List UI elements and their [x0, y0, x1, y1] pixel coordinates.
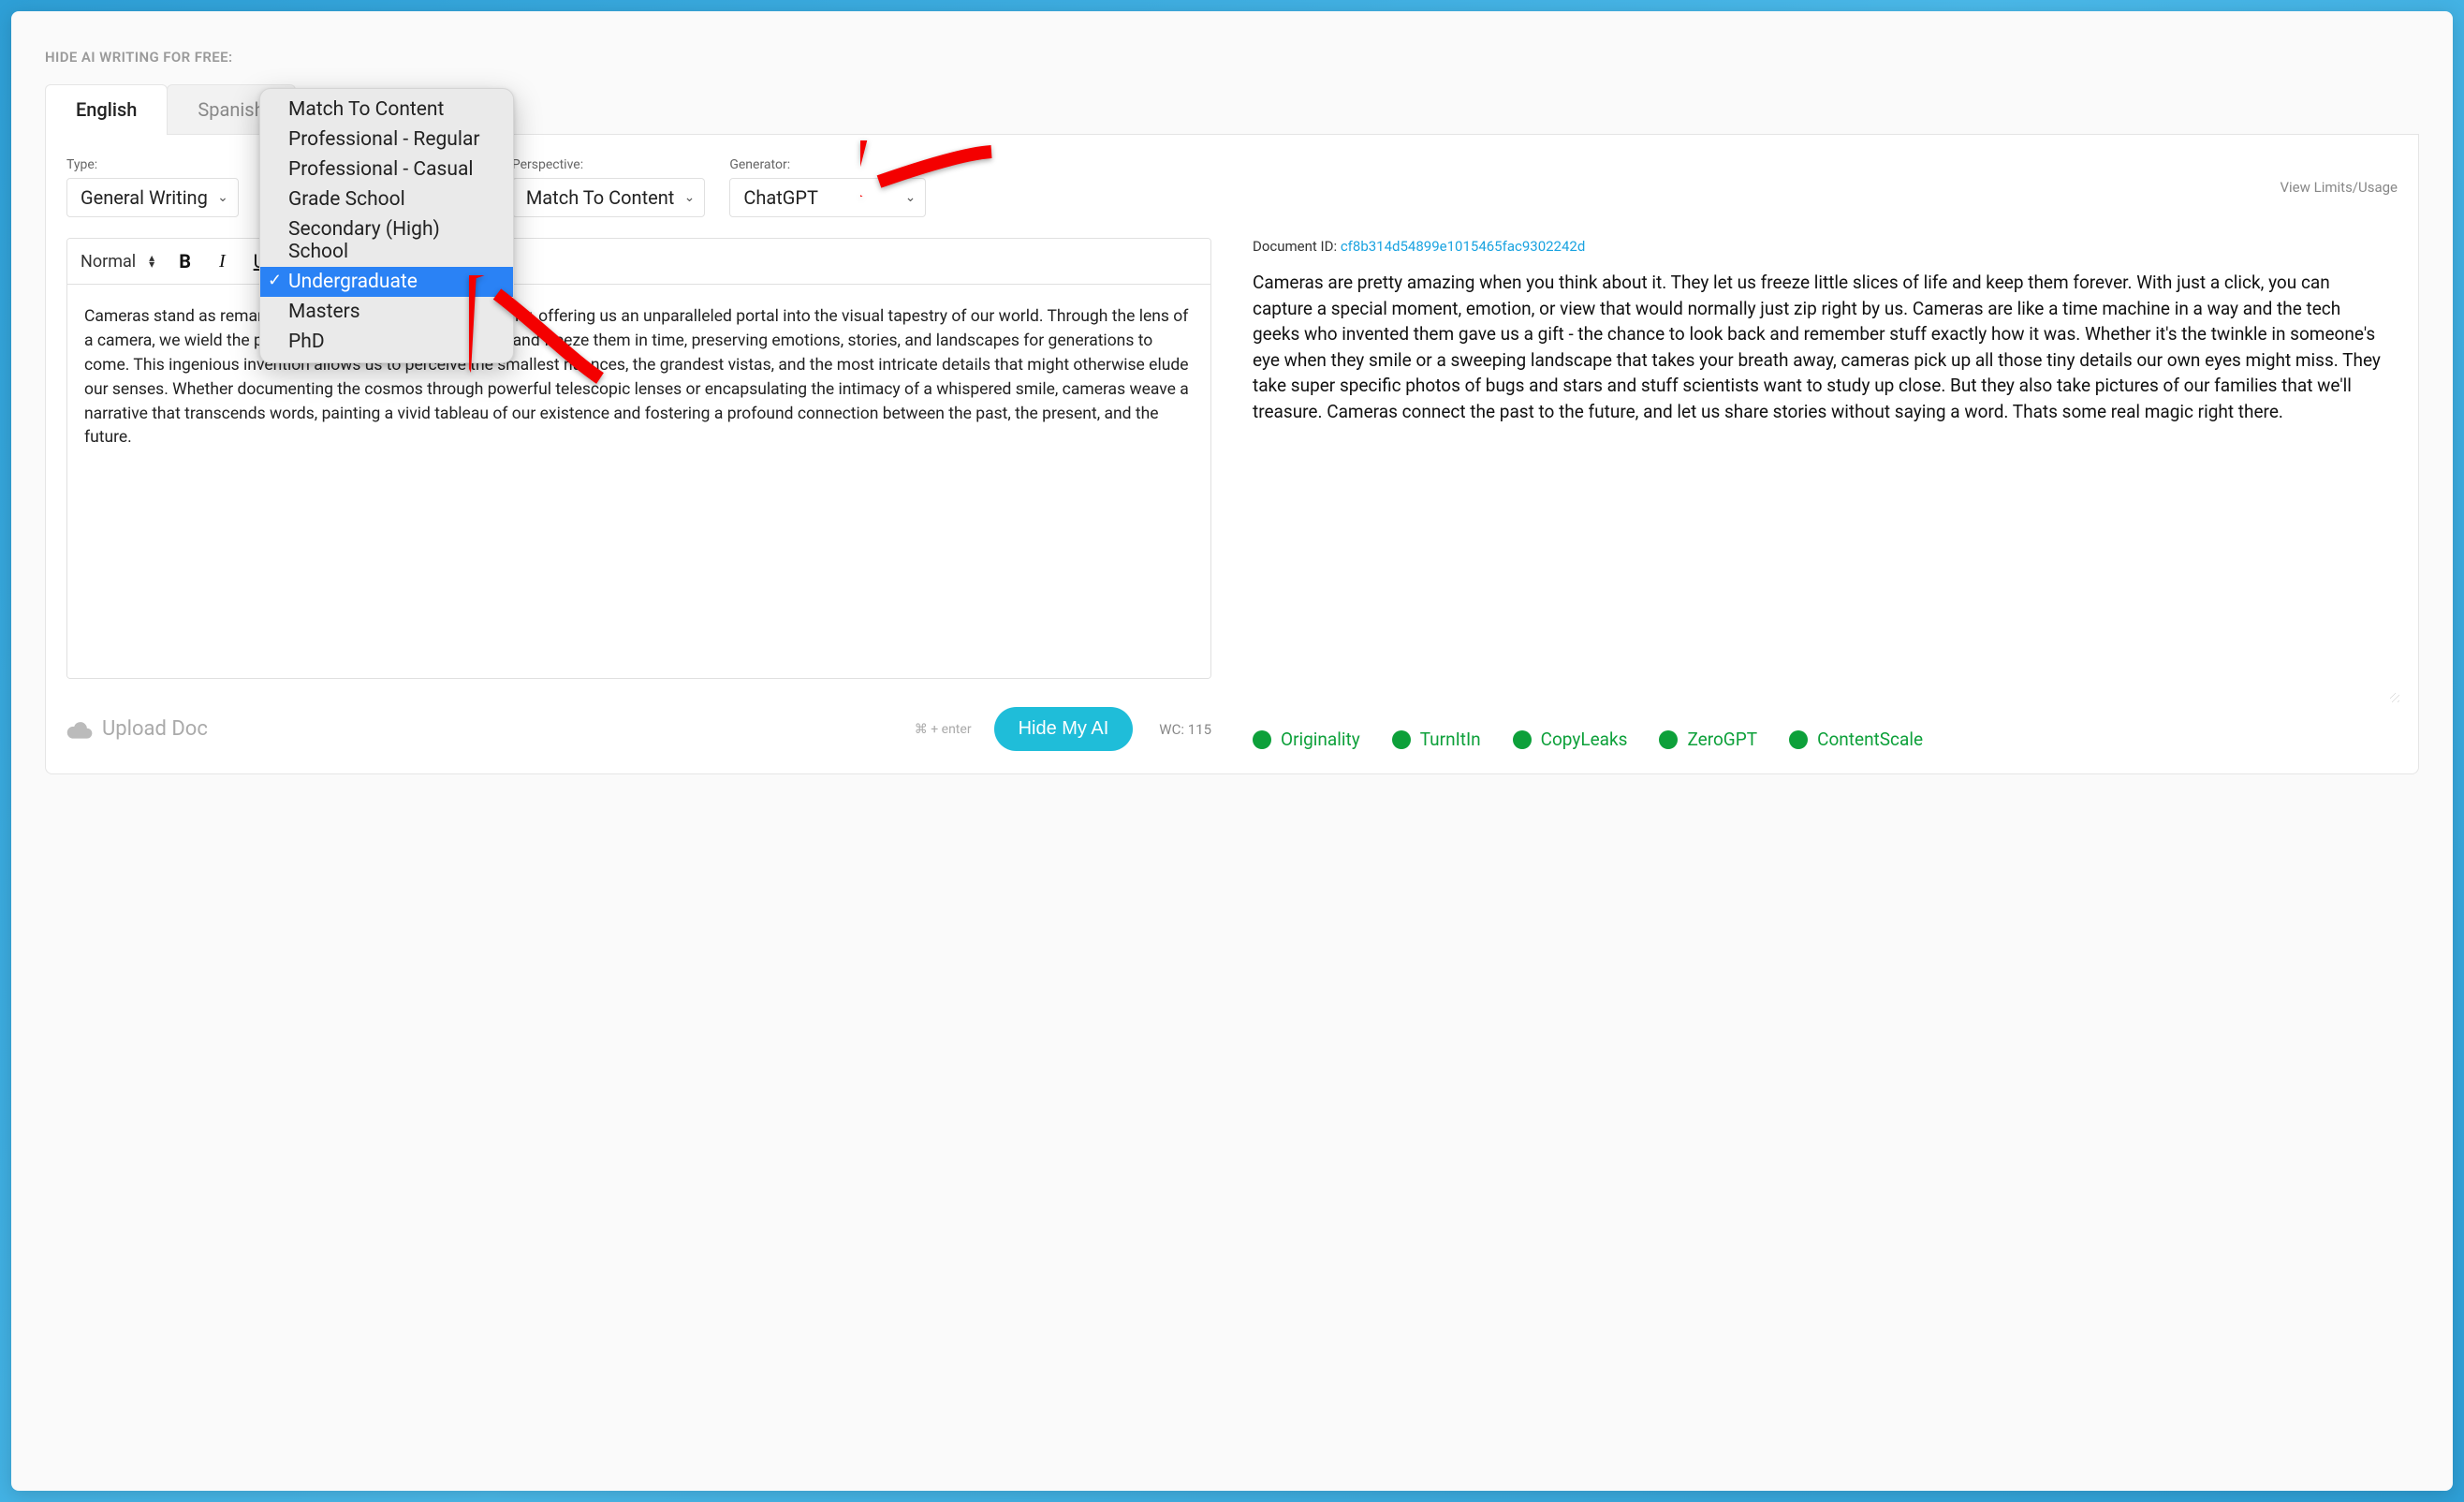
perspective-control: Perspective: Match To Content ⌄ [512, 157, 705, 217]
page-tagline: HIDE AI WRITING FOR FREE: [45, 49, 2419, 66]
word-count: WC: 115 [1159, 721, 1211, 738]
perspective-label: Perspective: [512, 157, 705, 172]
dropdown-option[interactable]: Professional - Casual [260, 155, 513, 184]
editor-box: Normal ▴▾ B I U Cameras stand as remarka… [66, 238, 1211, 679]
detector-label: ContentScale [1817, 729, 1923, 750]
hide-my-ai-button[interactable]: Hide My AI [994, 707, 1134, 751]
status-dot-icon [1392, 730, 1411, 749]
type-value: General Writing [81, 186, 208, 209]
detector-label: CopyLeaks [1541, 729, 1628, 750]
detector-copyleaks[interactable]: CopyLeaks [1513, 729, 1628, 750]
status-dot-icon [1513, 730, 1532, 749]
editor-bottom-row: Upload Doc ⌘ + enter Hide My AI WC: 115 [66, 707, 1211, 751]
format-value: Normal [81, 252, 136, 272]
output-box: Cameras are pretty amazing when you thin… [1253, 270, 2398, 700]
editor-column: Normal ▴▾ B I U Cameras stand as remarka… [66, 238, 1211, 751]
output-text[interactable]: Cameras are pretty amazing when you thin… [1253, 270, 2398, 700]
main-panel: Type: General Writing ⌄ Match To Content… [45, 135, 2419, 774]
caret-updown-icon: ▴▾ [149, 255, 154, 268]
status-dot-icon [1253, 730, 1271, 749]
type-label: Type: [66, 157, 239, 172]
chevron-down-icon: ⌄ [684, 190, 696, 205]
detector-contentscale[interactable]: ContentScale [1789, 729, 1923, 750]
dropdown-option[interactable]: Secondary (High) School [260, 214, 513, 267]
controls-row: Type: General Writing ⌄ Match To Content… [66, 157, 2398, 217]
editor-textarea[interactable]: Cameras stand as remarkable testaments t… [67, 285, 1210, 678]
detector-label: ZeroGPT [1687, 729, 1757, 750]
output-column: Document ID: cf8b314d54899e1015465fac930… [1253, 238, 2398, 751]
detector-originality[interactable]: Originality [1253, 729, 1360, 750]
document-id-label: Document ID: [1253, 238, 1341, 255]
document-id-row: Document ID: cf8b314d54899e1015465fac930… [1253, 238, 2398, 255]
detector-label: TurnItIn [1420, 729, 1481, 750]
app-window: HIDE AI WRITING FOR FREE: English Spanis… [11, 11, 2453, 1491]
perspective-select[interactable]: Match To Content ⌄ [512, 178, 705, 217]
generator-value: ChatGPT [743, 186, 818, 209]
view-limits-link[interactable]: View Limits/Usage [2280, 179, 2398, 196]
readability-dropdown: Match To Content Professional - Regular … [259, 88, 514, 363]
detector-turnitin[interactable]: TurnItIn [1392, 729, 1481, 750]
dropdown-option-selected[interactable]: Undergraduate [260, 267, 513, 297]
type-control: Type: General Writing ⌄ [66, 157, 239, 217]
generator-label: Generator: [729, 157, 926, 172]
bold-button[interactable]: B [175, 248, 195, 274]
dropdown-option[interactable]: Grade School [260, 184, 513, 214]
resize-handle-icon[interactable] [2386, 689, 2401, 704]
editor-toolbar: Normal ▴▾ B I U [67, 239, 1210, 285]
keyboard-hint: ⌘ + enter [915, 722, 972, 737]
dropdown-option[interactable]: Masters [260, 297, 513, 327]
cloud-icon [66, 720, 93, 739]
upload-doc-label: Upload Doc [102, 717, 208, 741]
dropdown-option[interactable]: PhD [260, 327, 513, 357]
chevron-down-icon: ⌄ [905, 190, 917, 205]
generator-select[interactable]: ChatGPT ⌄ [729, 178, 926, 217]
perspective-value: Match To Content [526, 186, 674, 209]
tab-english[interactable]: English [45, 84, 168, 134]
type-select[interactable]: General Writing ⌄ [66, 178, 239, 217]
status-dot-icon [1659, 730, 1678, 749]
generator-control: Generator: ChatGPT ⌄ [729, 157, 926, 217]
chevron-down-icon: ⌄ [217, 190, 228, 205]
dropdown-option[interactable]: Match To Content [260, 95, 513, 125]
dropdown-option[interactable]: Professional - Regular [260, 125, 513, 155]
format-select[interactable]: Normal ▴▾ [81, 252, 154, 272]
italic-button[interactable]: I [215, 249, 229, 274]
status-dot-icon [1789, 730, 1808, 749]
detector-zerogpt[interactable]: ZeroGPT [1659, 729, 1757, 750]
document-id-link[interactable]: cf8b314d54899e1015465fac9302242d [1341, 238, 1585, 255]
detector-row: Originality TurnItIn CopyLeaks ZeroGPT C… [1253, 729, 2398, 750]
detector-label: Originality [1281, 729, 1360, 750]
upload-doc-button[interactable]: Upload Doc [66, 717, 208, 741]
